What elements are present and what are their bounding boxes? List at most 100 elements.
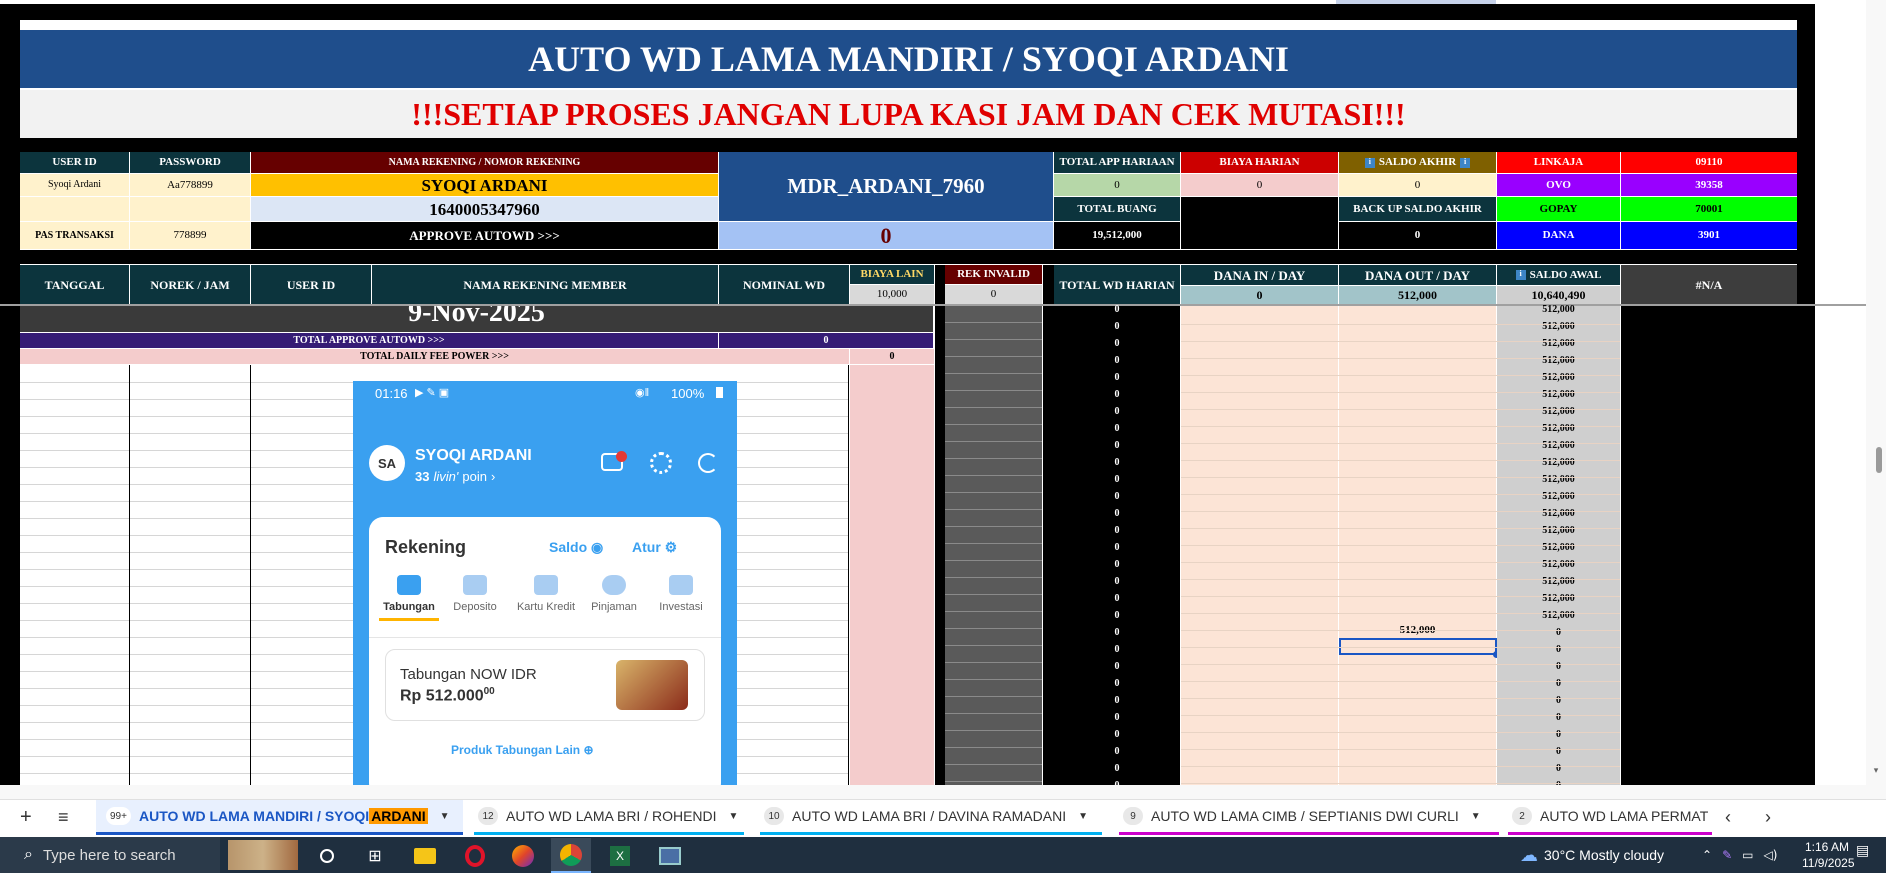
ovo-value[interactable]: 39358 <box>1621 174 1797 196</box>
logout-icon[interactable] <box>698 453 718 473</box>
total-app-value[interactable]: 0 <box>1054 174 1180 196</box>
biaya-harian-value[interactable]: 0 <box>1181 174 1338 196</box>
date-row[interactable]: 9-Nov-2025 <box>20 306 933 332</box>
cell-value[interactable]: 0 <box>1054 386 1180 403</box>
scroll-thumb[interactable] <box>1876 447 1882 473</box>
tab-deposito[interactable]: Deposito <box>445 575 505 613</box>
cell-value[interactable]: 0 <box>1054 760 1180 777</box>
sheet-tab-bri-rohendi[interactable]: 12 AUTO WD LAMA BRI / ROHENDI ▼ <box>474 800 744 835</box>
sheet-tab-cimb[interactable]: 9 AUTO WD LAMA CIMB / SEPTIANIS DWI CURL… <box>1119 800 1499 835</box>
dana-out-value[interactable]: 512,000 <box>1339 286 1496 304</box>
col-biaya-lain[interactable]: BIAYA LAIN <box>850 265 934 284</box>
horizontal-scrollbar[interactable] <box>0 785 1886 799</box>
cell-value[interactable]: 0 <box>1054 607 1180 624</box>
cell-value[interactable]: 0 <box>1054 709 1180 726</box>
excel-icon[interactable]: X <box>600 838 640 873</box>
taskbar-search[interactable]: ⌕ Type here to search <box>0 837 220 873</box>
tab-investasi[interactable]: Investasi <box>651 575 711 613</box>
sheet-tab-permata[interactable]: 2 AUTO WD LAMA PERMAT <box>1508 800 1712 835</box>
sheet-tab-mandiri[interactable]: 99+ AUTO WD LAMA MANDIRI / SYOQI ARDANI … <box>96 800 463 835</box>
chevron-up-icon[interactable]: ⌃ <box>1702 848 1712 862</box>
cell-value[interactable]: 0 <box>1054 641 1180 658</box>
approve-autowd-value[interactable]: 0 <box>719 222 1053 249</box>
cell-value[interactable]: 0 <box>1054 522 1180 539</box>
clock[interactable]: 1:16 AM 11/9/2025 <box>1802 839 1855 871</box>
all-sheets-menu-icon[interactable]: ≡ <box>58 800 82 835</box>
user-id-cell[interactable]: Syoqi Ardani <box>20 174 129 196</box>
cell-value[interactable]: 0 <box>1054 505 1180 522</box>
cell-value[interactable]: 0 <box>1054 539 1180 556</box>
atur-button[interactable]: Atur ⚙ <box>632 539 677 556</box>
pas-transaksi-value[interactable]: 778899 <box>130 222 250 249</box>
col-total-wd[interactable]: TOTAL WD HARIAN <box>1054 265 1180 304</box>
rek-invalid-value[interactable]: 0 <box>945 285 1042 304</box>
vertical-scrollbar[interactable] <box>1866 0 1886 785</box>
multitask-icon[interactable]: ⊞ <box>355 838 395 873</box>
app-icon[interactable] <box>650 838 690 873</box>
col-dana-out[interactable]: DANA OUT / DAY <box>1339 265 1496 285</box>
account-name-cell[interactable]: SYOQI ARDANI <box>251 174 718 196</box>
dana-in-value[interactable]: 0 <box>1181 286 1338 304</box>
password-cell[interactable]: Aa778899 <box>130 174 250 196</box>
cell-value[interactable]: 0 <box>1054 556 1180 573</box>
dana-value[interactable]: 3901 <box>1621 222 1797 249</box>
col-tanggal[interactable]: TANGGAL <box>20 265 129 304</box>
saldo-toggle[interactable]: Saldo ◉ <box>549 539 603 556</box>
sheet-tab-bri-davina[interactable]: 10 AUTO WD LAMA BRI / DAVINA RAMADANI ▼ <box>760 800 1102 835</box>
scroll-tabs-left-icon[interactable]: ‹ <box>1725 800 1745 835</box>
cell-value[interactable]: 0 <box>1054 726 1180 743</box>
rek-invalid-column[interactable] <box>945 306 1042 785</box>
weather-widget[interactable]: ☁ 30°C Mostly cloudy <box>1520 837 1664 873</box>
pen-icon[interactable]: ✎ <box>1722 848 1732 862</box>
cell-value[interactable]: 0 <box>1054 454 1180 471</box>
chrome-icon[interactable] <box>551 838 591 873</box>
col-rek-invalid[interactable]: REK INVALID <box>945 265 1042 284</box>
cell-value[interactable]: 0 <box>1054 590 1180 607</box>
cell-value[interactable]: 0 <box>1054 471 1180 488</box>
cell-value[interactable]: 0 <box>1054 318 1180 335</box>
tab-pinjaman[interactable]: Pinjaman <box>584 575 644 613</box>
cell-value[interactable]: 0 <box>1054 420 1180 437</box>
col-nominal-wd[interactable]: NOMINAL WD <box>719 265 849 304</box>
gopay-value[interactable]: 70001 <box>1621 197 1797 221</box>
scroll-tabs-right-icon[interactable]: › <box>1765 800 1785 835</box>
scroll-down-arrow[interactable]: ▾ <box>1866 765 1886 785</box>
notification-icon[interactable]: ▤ <box>1856 843 1869 859</box>
cell-value[interactable]: 0 <box>1054 369 1180 386</box>
col-norek-jam[interactable]: NOREK / JAM <box>130 265 250 304</box>
file-explorer-icon[interactable] <box>405 838 445 873</box>
cell-value[interactable]: 0 <box>1054 301 1180 318</box>
account-number-cell[interactable]: 1640005347960 <box>251 197 718 221</box>
cell-value[interactable]: 0 <box>1054 437 1180 454</box>
firefox-icon[interactable] <box>503 838 543 873</box>
cell-value[interactable]: 0 <box>1054 692 1180 709</box>
cell-value[interactable]: 0 <box>1054 488 1180 505</box>
col-dana-in[interactable]: DANA IN / DAY <box>1181 265 1338 285</box>
linkaja-value[interactable]: 09110 <box>1621 152 1797 173</box>
cell-value[interactable]: 0 <box>1054 352 1180 369</box>
avatar[interactable]: SA <box>369 445 405 481</box>
col-user-id[interactable]: USER ID <box>251 265 371 304</box>
opera-icon[interactable] <box>455 838 495 873</box>
gear-icon[interactable] <box>650 452 672 474</box>
phone-screenshot[interactable]: 01:16 ▶ ✎ ▣ ◉‖ 100% SA SYOQI ARDANI 33 l… <box>353 381 737 785</box>
tab-kartu-kredit[interactable]: Kartu Kredit <box>511 575 581 613</box>
cell-value[interactable]: 0 <box>1054 403 1180 420</box>
add-sheet-button[interactable]: + <box>20 800 40 835</box>
points[interactable]: 33 livin' poin › <box>415 469 495 484</box>
cell-value[interactable]: 0 <box>1054 658 1180 675</box>
biaya-lain-column[interactable] <box>850 365 934 785</box>
produk-lain-link[interactable]: Produk Tabungan Lain ⊕ <box>451 743 594 757</box>
cell-value[interactable]: 0 <box>1054 675 1180 692</box>
cell-value[interactable]: 0 <box>1054 624 1180 641</box>
saldo-akhir-value[interactable]: 0 <box>1339 174 1496 196</box>
volume-icon[interactable]: ◁) <box>1763 848 1777 862</box>
cell-value[interactable]: 0 <box>1054 573 1180 590</box>
col-saldo-awal[interactable]: i SALDO AWAL <box>1497 265 1620 285</box>
task-view-icon[interactable] <box>307 838 347 873</box>
cell-value[interactable]: 0 <box>1054 335 1180 352</box>
tab-tabungan[interactable]: Tabungan <box>379 575 439 621</box>
network-icon[interactable]: ▭ <box>1742 848 1753 862</box>
cell-value[interactable]: 0 <box>1054 743 1180 760</box>
biaya-lain-value[interactable]: 10,000 <box>850 285 934 304</box>
